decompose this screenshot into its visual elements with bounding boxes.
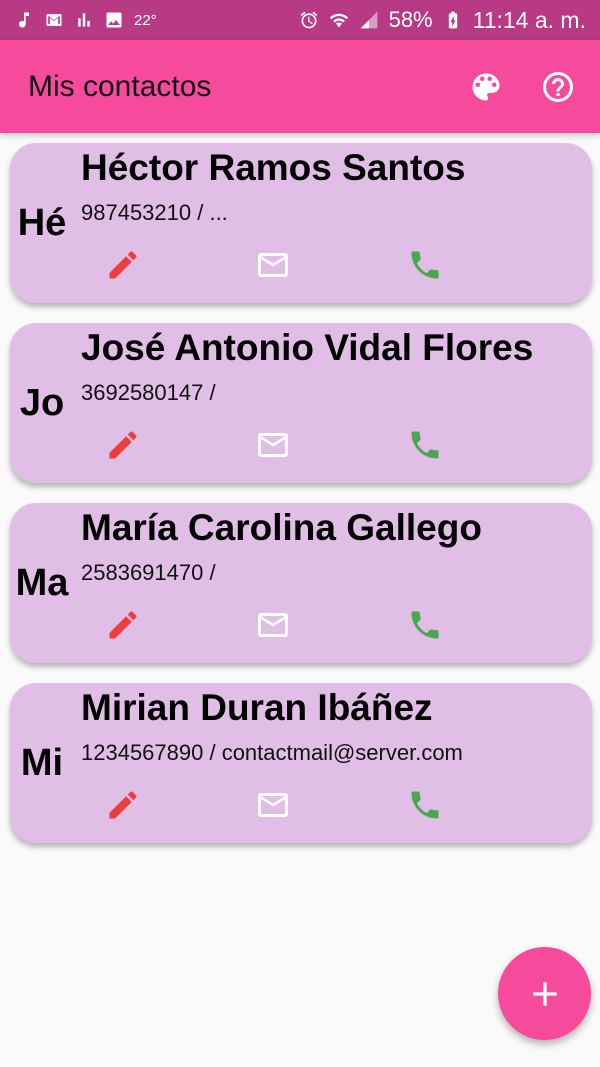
help-icon (543, 71, 573, 102)
status-bar: 22° 58% 11:14 a. m. (0, 0, 600, 40)
contact-details: 987453210 / ... (81, 200, 228, 225)
contact-list: Hé Héctor Ramos Santos 987453210 / ... J… (10, 143, 592, 863)
app-bar: Mis contactos (0, 40, 600, 133)
contact-card[interactable]: Ma María Carolina Gallego 2583691470 / (10, 503, 592, 663)
palette-button[interactable] (456, 57, 516, 117)
alarm-icon (299, 10, 319, 30)
call-button[interactable] (403, 603, 447, 647)
contact-actions (10, 783, 592, 827)
phone-icon (411, 611, 439, 639)
edit-button[interactable] (101, 243, 145, 287)
email-button[interactable] (251, 243, 295, 287)
status-bar-left: 22° (14, 10, 157, 30)
edit-button[interactable] (101, 783, 145, 827)
contact-actions (10, 603, 592, 647)
palette-icon (472, 73, 500, 100)
edit-icon (109, 611, 137, 639)
add-contact-button[interactable] (498, 947, 591, 1040)
battery-percent: 58% (388, 7, 433, 32)
edit-icon (109, 251, 137, 279)
clock-text: 11:14 a. m. (472, 6, 586, 33)
edit-button[interactable] (101, 423, 145, 467)
call-button[interactable] (403, 783, 447, 827)
call-button[interactable] (403, 423, 447, 467)
edit-button[interactable] (101, 603, 145, 647)
phone-icon (411, 251, 439, 279)
stats-icon (74, 10, 94, 30)
music-note-icon (14, 10, 34, 30)
contact-name: Héctor Ramos Santos (81, 147, 466, 188)
edit-icon (109, 791, 137, 819)
email-button[interactable] (251, 423, 295, 467)
email-button[interactable] (251, 603, 295, 647)
email-button[interactable] (251, 783, 295, 827)
contact-details: 1234567890 / contactmail@server.com (81, 740, 463, 765)
signal-icon (359, 10, 379, 30)
contact-name: José Antonio Vidal Flores (81, 327, 534, 368)
battery-icon (443, 10, 463, 30)
phone-icon (411, 791, 439, 819)
temperature-text: 22° (134, 11, 157, 29)
mail-icon (258, 613, 288, 637)
mail-icon (258, 253, 288, 277)
contact-card[interactable]: Jo José Antonio Vidal Flores 3692580147 … (10, 323, 592, 483)
wifi-icon (329, 10, 349, 30)
status-bar-right: 58% 11:14 a. m. (299, 7, 586, 34)
contact-name: Mirian Duran Ibáñez (81, 687, 433, 728)
mail-icon (258, 433, 288, 457)
image-icon (104, 10, 124, 30)
edit-icon (109, 431, 137, 459)
page-title: Mis contactos (28, 69, 212, 103)
contact-card[interactable]: Mi Mirian Duran Ibáñez 1234567890 / cont… (10, 683, 592, 843)
mail-icon (258, 793, 288, 817)
contact-actions (10, 423, 592, 467)
contact-card[interactable]: Hé Héctor Ramos Santos 987453210 / ... (10, 143, 592, 303)
add-icon (532, 981, 557, 1006)
gmail-icon (44, 10, 64, 30)
contact-details: 3692580147 / (81, 380, 216, 405)
contact-name: María Carolina Gallego (81, 507, 482, 548)
contact-actions (10, 243, 592, 287)
phone-icon (411, 431, 439, 459)
call-button[interactable] (403, 243, 447, 287)
contact-details: 2583691470 / (81, 560, 216, 585)
help-button[interactable] (528, 57, 588, 117)
